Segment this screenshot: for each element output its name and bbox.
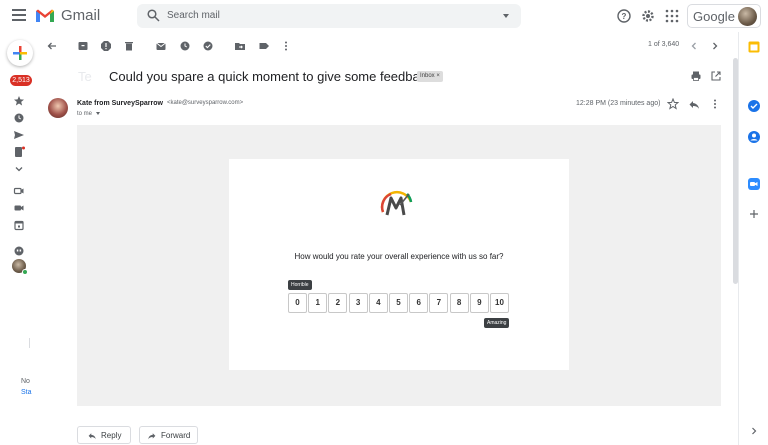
- rating-option-0[interactable]: 0: [288, 293, 307, 313]
- rail-promo-link[interactable]: Sta: [21, 389, 32, 396]
- forward-button[interactable]: Forward: [139, 426, 198, 444]
- sender-email: <kate@surveysparrow.com>: [167, 100, 244, 106]
- expand-more-icon[interactable]: [13, 163, 25, 175]
- chevron-down-icon[interactable]: [95, 111, 100, 115]
- search-icon[interactable]: [147, 9, 160, 22]
- survey-question: How would you rate your overall experien…: [294, 252, 504, 261]
- google-wordmark: Google: [693, 9, 735, 24]
- rating-option-6[interactable]: 6: [409, 293, 429, 313]
- drafts-icon[interactable]: [13, 146, 25, 158]
- email-timestamp: 12:28 PM (23 minutes ago): [576, 100, 661, 107]
- account-switcher[interactable]: Google: [687, 4, 761, 28]
- online-status-dot: [22, 269, 28, 275]
- reply-label: Reply: [101, 431, 122, 440]
- hangouts-icon[interactable]: [13, 245, 25, 257]
- open-new-window-icon[interactable]: [710, 70, 722, 82]
- star-icon[interactable]: [667, 98, 679, 110]
- label-icon[interactable]: [258, 40, 270, 52]
- mark-unread-icon[interactable]: [155, 40, 167, 52]
- spam-icon[interactable]: [100, 40, 112, 52]
- top-bar: Gmail Search mail ? Google: [0, 0, 768, 32]
- menu-icon[interactable]: [12, 9, 26, 21]
- add-addon-icon[interactable]: [747, 207, 761, 221]
- meet-join-icon[interactable]: [13, 202, 25, 214]
- settings-icon[interactable]: [640, 8, 656, 24]
- back-icon[interactable]: [46, 40, 58, 52]
- older-icon[interactable]: [709, 40, 721, 52]
- high-score-label: Amazing: [484, 318, 510, 328]
- compose-button[interactable]: [7, 40, 33, 66]
- inbox-label-text: Inbox: [420, 73, 435, 79]
- sender-name[interactable]: Kate from SurveySparrow: [77, 100, 163, 107]
- forward-icon: [148, 433, 156, 440]
- surveysparrow-logo-icon: [380, 190, 413, 216]
- search-options-icon[interactable]: [503, 14, 509, 18]
- newer-icon[interactable]: [688, 40, 700, 52]
- tasks-app-icon[interactable]: [747, 99, 761, 113]
- forward-label: Forward: [161, 431, 191, 440]
- expand-panel-icon[interactable]: [747, 424, 761, 438]
- snoozed-icon[interactable]: [13, 112, 25, 124]
- rating-option-2[interactable]: 2: [328, 293, 348, 313]
- reply-button[interactable]: Reply: [77, 426, 131, 444]
- calendar-app-icon[interactable]: [747, 40, 761, 54]
- pagination-text: 1 of 3,640: [648, 41, 680, 48]
- print-icon[interactable]: [690, 70, 702, 82]
- calendar-icon[interactable]: [13, 219, 25, 231]
- inbox-label-chip[interactable]: Inbox ×: [417, 71, 443, 82]
- rail-promo-text: No: [21, 378, 30, 385]
- meet-new-icon[interactable]: [13, 185, 25, 197]
- rating-option-5[interactable]: 5: [389, 293, 408, 313]
- rail-divider: [29, 338, 30, 348]
- sender-avatar[interactable]: [48, 98, 68, 118]
- rating-option-3[interactable]: 3: [348, 293, 368, 313]
- more-icon[interactable]: [709, 98, 721, 110]
- avatar[interactable]: [738, 7, 757, 26]
- zoom-addon-icon[interactable]: [747, 177, 761, 191]
- more-icon[interactable]: [280, 40, 292, 52]
- star-icon[interactable]: [13, 95, 25, 107]
- app-name: Gmail: [61, 7, 101, 24]
- rating-option-10[interactable]: 10: [490, 293, 509, 313]
- recipient-text: to me: [77, 111, 93, 117]
- rating-option-1[interactable]: 1: [308, 293, 328, 313]
- sent-icon[interactable]: [13, 129, 25, 141]
- add-task-icon[interactable]: [202, 40, 214, 52]
- delete-icon[interactable]: [123, 40, 135, 52]
- low-score-label: Horrible: [288, 280, 312, 290]
- recipient-details[interactable]: to me: [77, 111, 100, 117]
- help-icon[interactable]: ?: [616, 8, 632, 24]
- rating-option-7[interactable]: 7: [429, 293, 449, 313]
- search-input[interactable]: Search mail: [167, 10, 220, 21]
- svg-text:?: ?: [622, 12, 627, 21]
- archive-icon[interactable]: [77, 40, 89, 52]
- subject-prefix: Te: [78, 69, 92, 84]
- email-subject: Could you spare a quick moment to give s…: [109, 69, 440, 84]
- remove-label-icon[interactable]: ×: [436, 73, 440, 79]
- gmail-logo-icon[interactable]: [35, 8, 55, 23]
- search-bar[interactable]: Search mail: [137, 4, 521, 28]
- contacts-app-icon[interactable]: [747, 130, 761, 144]
- rating-option-9[interactable]: 9: [469, 293, 489, 313]
- move-to-icon[interactable]: [234, 40, 246, 52]
- inbox-unread-badge[interactable]: 2,513: [10, 75, 32, 86]
- side-panel-divider: [738, 32, 739, 445]
- compose-plus-icon: [13, 46, 27, 60]
- rating-option-4[interactable]: 4: [368, 293, 388, 313]
- reply-icon[interactable]: [688, 98, 700, 110]
- rating-option-8[interactable]: 8: [449, 293, 469, 313]
- apps-icon[interactable]: [664, 8, 680, 24]
- reply-icon: [88, 433, 96, 440]
- snooze-icon[interactable]: [179, 40, 191, 52]
